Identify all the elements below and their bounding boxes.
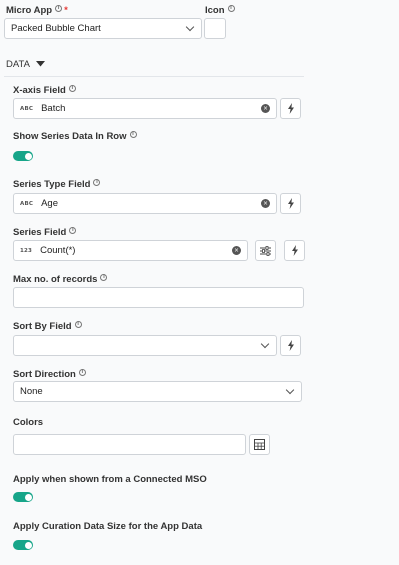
series-type-field-label: Series Type Field i (13, 179, 101, 190)
micro-app-label-text: Micro App (6, 5, 53, 16)
colors-label: Colors (13, 417, 43, 428)
info-icon: i (74, 321, 82, 328)
icon-picker[interactable] (204, 18, 226, 39)
show-series-row-label-text: Show Series Data In Row (13, 131, 127, 142)
text-type-icon: ABC (20, 200, 34, 207)
x-axis-bolt-button[interactable] (280, 98, 301, 119)
x-axis-field-input[interactable]: ABC Batch × (13, 98, 277, 119)
series-type-field-input[interactable]: ABC Age × (13, 193, 277, 214)
sort-by-bolt-button[interactable] (280, 335, 301, 356)
series-field-label-text: Series Field (13, 227, 67, 238)
x-axis-field-value: Batch (41, 103, 66, 114)
micro-app-label: Micro App i * (6, 5, 68, 16)
info-icon: i (78, 369, 86, 376)
max-records-label-text: Max no. of records (13, 274, 98, 285)
sliders-icon (260, 245, 271, 256)
series-type-field-value: Age (41, 198, 58, 209)
series-type-bolt-button[interactable] (280, 193, 301, 214)
required-asterisk: * (64, 5, 68, 16)
info-icon: i (129, 131, 137, 138)
bolt-icon (287, 340, 294, 351)
show-series-row-label: Show Series Data In Row i (13, 131, 137, 142)
sort-by-field-select[interactable] (13, 335, 277, 356)
apply-connected-mso-label-text: Apply when shown from a Connected MSO (13, 474, 207, 485)
sort-direction-label: Sort Direction i (13, 369, 86, 380)
data-section-title: DATA (6, 59, 30, 70)
apply-connected-mso-label: Apply when shown from a Connected MSO (13, 474, 207, 485)
colors-label-text: Colors (13, 417, 44, 428)
palette-grid-icon (254, 439, 265, 450)
series-field-input[interactable]: 123 Count(*) × (13, 240, 248, 261)
info-icon: i (93, 179, 101, 186)
chevron-down-icon (260, 339, 270, 349)
clear-icon[interactable]: × (261, 104, 270, 113)
text-type-icon: ABC (20, 105, 34, 112)
colors-input[interactable] (13, 434, 246, 455)
max-records-label: Max no. of records i (13, 274, 108, 285)
x-axis-field-label: X-axis Field i (13, 85, 76, 96)
sort-direction-value: None (20, 386, 43, 397)
caret-down-icon (36, 61, 46, 67)
info-icon: i (69, 227, 77, 234)
series-type-field-label-text: Series Type Field (13, 179, 91, 190)
series-field-label: Series Field i (13, 227, 77, 238)
chevron-down-icon (185, 22, 195, 32)
series-field-bolt-button[interactable] (284, 240, 305, 261)
bolt-icon (287, 103, 294, 114)
x-axis-field-label-text: X-axis Field (13, 85, 66, 96)
info-icon: i (100, 274, 108, 281)
section-divider (4, 76, 304, 77)
data-section-header[interactable]: DATA (6, 59, 46, 70)
clear-icon[interactable]: × (261, 199, 270, 208)
show-series-row-toggle[interactable] (13, 151, 33, 161)
apply-curation-toggle[interactable] (13, 540, 33, 550)
color-palette-button[interactable] (249, 434, 270, 455)
series-field-settings-button[interactable] (255, 240, 276, 261)
sort-by-field-label-text: Sort By Field (13, 321, 72, 332)
series-field-value: Count(*) (40, 245, 76, 256)
icon-label-text: Icon (205, 5, 225, 16)
sort-direction-label-text: Sort Direction (13, 369, 76, 380)
info-icon: i (55, 5, 63, 12)
apply-curation-label: Apply Curation Data Size for the App Dat… (13, 521, 202, 532)
bolt-icon (291, 245, 298, 256)
micro-app-select[interactable]: Packed Bubble Chart (4, 18, 202, 39)
icon-label: Icon i (205, 5, 235, 16)
info-icon: i (227, 5, 235, 12)
sort-by-field-label: Sort By Field i (13, 321, 82, 332)
max-records-input[interactable] (13, 287, 304, 308)
bolt-icon (287, 198, 294, 209)
chevron-down-icon (285, 385, 295, 395)
clear-icon[interactable]: × (232, 246, 241, 255)
micro-app-value: Packed Bubble Chart (11, 23, 101, 34)
number-type-icon: 123 (20, 247, 33, 254)
apply-connected-mso-toggle[interactable] (13, 492, 33, 502)
apply-curation-label-text: Apply Curation Data Size for the App Dat… (13, 521, 203, 532)
info-icon: i (68, 85, 76, 92)
sort-direction-select[interactable]: None (13, 381, 302, 402)
